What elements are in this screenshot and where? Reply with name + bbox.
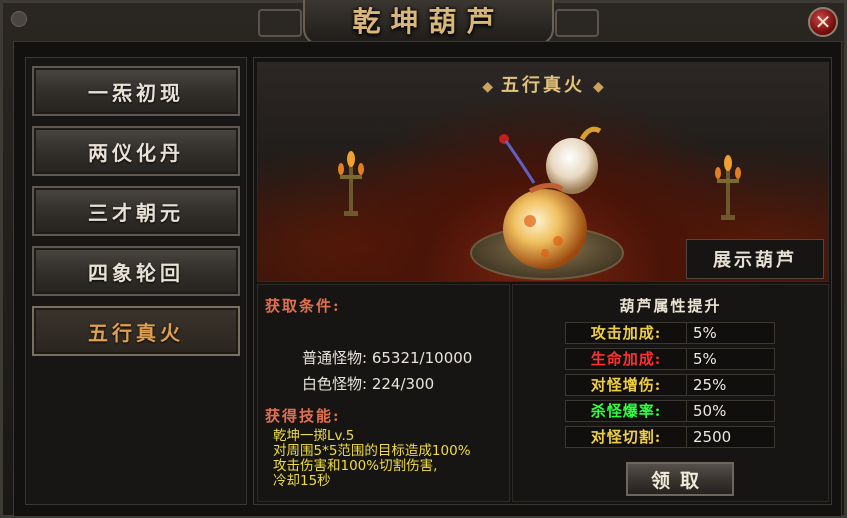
attribute-value: 5% (693, 324, 717, 342)
close-button[interactable]: ✕ (808, 7, 838, 37)
title-ornament-right (555, 9, 599, 37)
condition-row-normal: 普通怪物: 65321/10000 (302, 347, 472, 368)
condition-label: 白色怪物: (302, 375, 368, 393)
title-ornament-left (258, 9, 302, 37)
condition-label: 普通怪物: (302, 349, 368, 367)
attribute-row: 对怪增伤: 25% (565, 374, 775, 396)
nav-item-stage-1[interactable]: 一炁初现 (32, 66, 240, 116)
conditions-header: 获取条件: (265, 297, 341, 315)
attributes-title: 葫芦属性提升 (619, 297, 722, 315)
attribute-label: 生命加成: (566, 349, 687, 369)
scene-title-text: 五行真火 (501, 75, 585, 96)
nav-item-label: 四象轮回 (88, 260, 184, 285)
attribute-row: 攻击加成: 5% (565, 322, 775, 344)
attributes-panel: 葫芦属性提升 攻击加成: 5% 生命加成: 5% 对怪增伤: 25% 杀怪爆率:… (512, 284, 829, 502)
game-window-frame: 乾坤葫芦 ✕ 一炁初现 两仪化丹 三才朝元 四象轮回 五行真火 ◆ 五行真火 ◆ (0, 0, 847, 518)
diamond-ornament-icon: ◆ (593, 79, 604, 95)
nav-item-stage-2[interactable]: 两仪化丹 (32, 126, 240, 176)
attribute-label: 对怪切割: (566, 427, 687, 447)
nav-item-stage-4[interactable]: 四象轮回 (32, 246, 240, 296)
nav-item-label: 三才朝元 (88, 200, 184, 225)
skill-line: 冷却15秒 (273, 473, 331, 489)
skill-line: 对周围5*5范围的目标造成100% (273, 443, 471, 459)
skill-line: 攻击伤害和100%切割伤害, (273, 458, 438, 474)
scene-title: ◆ 五行真火 ◆ (258, 71, 828, 97)
skill-header: 获得技能: (265, 407, 341, 425)
attribute-label: 攻击加成: (566, 323, 687, 343)
conditions-panel: 获取条件: 普通怪物: 65321/10000 白色怪物: 224/300 获得… (257, 284, 510, 502)
show-gourd-label: 展示葫芦 (713, 250, 797, 271)
attribute-row: 对怪切割: 2500 (565, 426, 775, 448)
attribute-value: 25% (693, 376, 727, 394)
candelabra-left-icon (338, 151, 364, 216)
show-gourd-button[interactable]: 展示葫芦 (686, 239, 824, 279)
window-title: 乾坤葫芦 (352, 5, 505, 38)
claim-button-label: 领取 (650, 469, 709, 492)
condition-value: 224/300 (371, 375, 435, 393)
candelabra-right-icon (715, 155, 741, 220)
nav-item-label: 两仪化丹 (88, 140, 184, 165)
stage-nav: 一炁初现 两仪化丹 三才朝元 四象轮回 五行真火 (25, 57, 247, 505)
condition-row-white: 白色怪物: 224/300 (302, 373, 434, 394)
attribute-value: 50% (693, 402, 727, 420)
main-panel: ◆ 五行真火 ◆ 展示葫芦 获取条件: 普通怪物: 65321/10000 白色… (253, 57, 832, 505)
nav-item-stage-3[interactable]: 三才朝元 (32, 186, 240, 236)
attribute-label: 杀怪爆率: (566, 401, 687, 421)
nav-item-stage-5[interactable]: 五行真火 (32, 306, 240, 356)
attribute-value: 5% (693, 350, 717, 368)
attribute-label: 对怪增伤: (566, 375, 687, 395)
gourd-icon (499, 126, 602, 269)
diamond-ornament-icon: ◆ (482, 79, 493, 95)
attribute-value: 2500 (693, 428, 732, 446)
close-icon: ✕ (814, 10, 832, 34)
nav-item-label: 一炁初现 (88, 80, 184, 105)
attribute-row: 生命加成: 5% (565, 348, 775, 370)
condition-value: 65321/10000 (371, 349, 473, 367)
nav-item-label: 五行真火 (88, 320, 184, 345)
title-plate: 乾坤葫芦 (303, 0, 554, 45)
gourd-showcase: ◆ 五行真火 ◆ 展示葫芦 (257, 62, 829, 282)
claim-button[interactable]: 领取 (626, 462, 734, 496)
corner-gem-icon (11, 11, 27, 27)
attribute-row: 杀怪爆率: 50% (565, 400, 775, 422)
skill-line: 乾坤一掷Lv.5 (273, 428, 355, 444)
